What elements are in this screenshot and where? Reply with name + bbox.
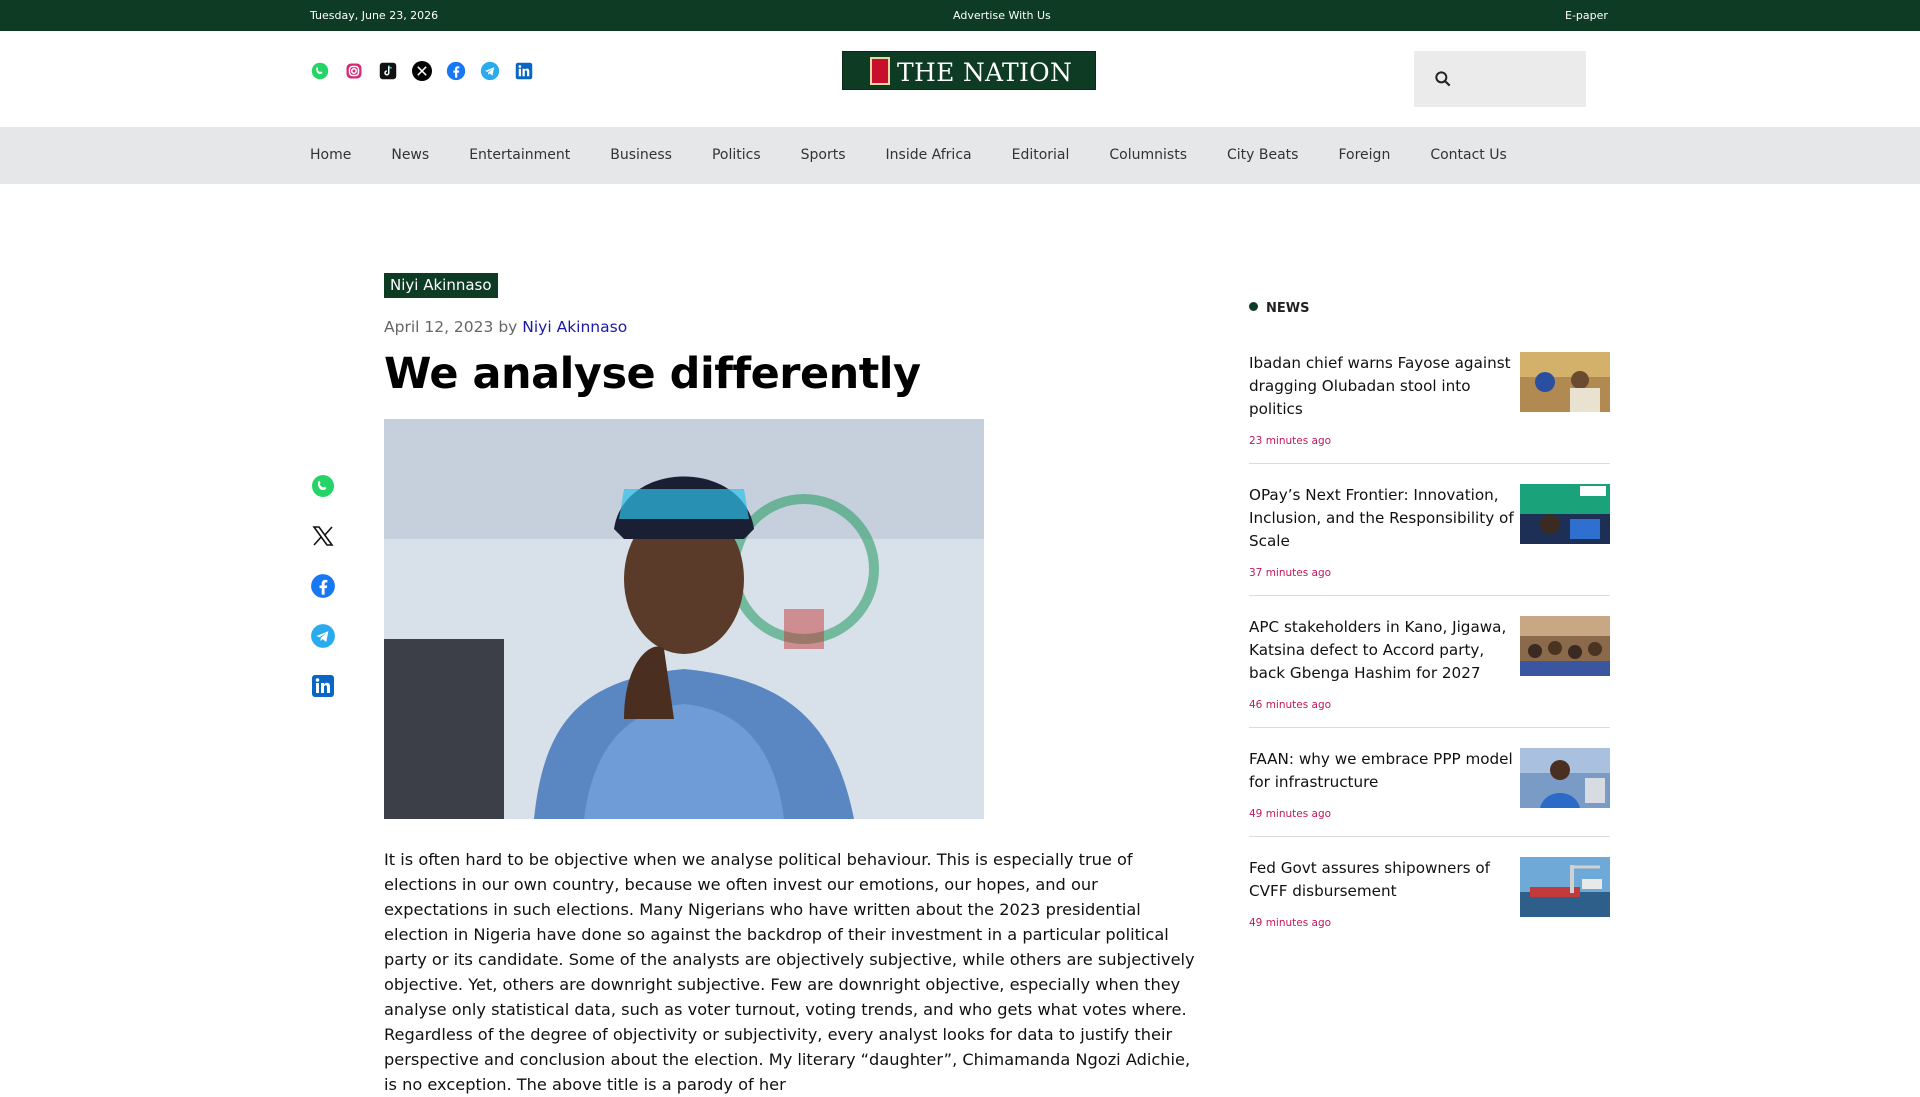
telegram-icon[interactable] bbox=[480, 61, 500, 81]
nav-foreign[interactable]: Foreign bbox=[1338, 147, 1390, 163]
nav-inside-africa[interactable]: Inside Africa bbox=[886, 147, 972, 163]
nav-editorial[interactable]: Editorial bbox=[1012, 147, 1070, 163]
divider bbox=[1249, 463, 1610, 464]
linkedin-icon[interactable] bbox=[514, 61, 534, 81]
search-icon[interactable] bbox=[1433, 69, 1453, 89]
facebook-icon[interactable] bbox=[310, 573, 336, 599]
news-time: 23 minutes ago bbox=[1249, 435, 1332, 447]
article-image bbox=[384, 419, 984, 819]
news-time: 49 minutes ago bbox=[1249, 808, 1332, 820]
article-title: We analyse differently bbox=[384, 349, 921, 399]
news-headline[interactable]: Fed Govt assures shipowners of CVFF disb… bbox=[1249, 857, 1519, 903]
epaper-link[interactable]: E-paper bbox=[1565, 9, 1608, 22]
telegram-icon[interactable] bbox=[310, 623, 336, 649]
nav-sports[interactable]: Sports bbox=[801, 147, 846, 163]
current-date: Tuesday, June 23, 2026 bbox=[310, 9, 439, 22]
news-thumbnail[interactable] bbox=[1520, 352, 1610, 412]
search-box[interactable] bbox=[1414, 51, 1586, 107]
nav-news[interactable]: News bbox=[391, 147, 429, 163]
news-time: 49 minutes ago bbox=[1249, 917, 1332, 929]
share-rail bbox=[310, 473, 336, 723]
news-thumbnail[interactable] bbox=[1520, 484, 1610, 544]
news-thumbnail[interactable] bbox=[1520, 748, 1610, 808]
nav-entertainment[interactable]: Entertainment bbox=[469, 147, 570, 163]
news-thumbnail[interactable] bbox=[1520, 857, 1610, 917]
site-header: THE NATION bbox=[0, 31, 1920, 127]
news-time: 46 minutes ago bbox=[1249, 699, 1332, 711]
advertise-link[interactable]: Advertise With Us bbox=[953, 9, 1051, 22]
divider bbox=[1249, 595, 1610, 596]
divider bbox=[1249, 727, 1610, 728]
sidebar-title-text: NEWS bbox=[1266, 301, 1310, 316]
byline-prefix: by bbox=[498, 318, 518, 336]
linkedin-icon[interactable] bbox=[310, 673, 336, 699]
social-links bbox=[310, 61, 534, 81]
tiktok-icon[interactable] bbox=[378, 61, 398, 81]
category-tag[interactable]: Niyi Akinnaso bbox=[384, 273, 498, 298]
search-input[interactable] bbox=[1462, 65, 1572, 93]
main-nav: Home News Entertainment Business Politic… bbox=[0, 127, 1920, 184]
author-link[interactable]: Niyi Akinnaso bbox=[522, 318, 627, 336]
news-headline[interactable]: APC stakeholders in Kano, Jigawa, Katsin… bbox=[1249, 616, 1519, 685]
site-logo[interactable]: THE NATION bbox=[842, 51, 1096, 90]
news-headline[interactable]: Ibadan chief warns Fayose against draggi… bbox=[1249, 352, 1519, 421]
whatsapp-icon[interactable] bbox=[310, 61, 330, 81]
news-headline[interactable]: FAAN: why we embrace PPP model for infra… bbox=[1249, 748, 1519, 794]
divider bbox=[1249, 836, 1610, 837]
logo-emblem bbox=[870, 57, 890, 85]
news-time: 37 minutes ago bbox=[1249, 567, 1332, 579]
nav-city-beats[interactable]: City Beats bbox=[1227, 147, 1298, 163]
nav-columnists[interactable]: Columnists bbox=[1109, 147, 1187, 163]
article-body: It is often hard to be objective when we… bbox=[384, 850, 1195, 1094]
top-bar: Tuesday, June 23, 2026 Advertise With Us… bbox=[0, 0, 1920, 31]
sidebar-title: NEWS bbox=[1249, 301, 1309, 316]
news-headline[interactable]: OPay’s Next Frontier: Innovation, Inclus… bbox=[1249, 484, 1519, 553]
article-meta: April 12, 2023 by Niyi Akinnaso bbox=[384, 318, 627, 336]
nav-business[interactable]: Business bbox=[610, 147, 672, 163]
x-icon[interactable] bbox=[412, 61, 432, 81]
nav-contact-us[interactable]: Contact Us bbox=[1430, 147, 1506, 163]
news-thumbnail[interactable] bbox=[1520, 616, 1610, 676]
facebook-icon[interactable] bbox=[446, 61, 466, 81]
nav-home[interactable]: Home bbox=[310, 147, 351, 163]
instagram-icon[interactable] bbox=[344, 61, 364, 81]
bullet-dot bbox=[1249, 302, 1258, 311]
article-date: April 12, 2023 bbox=[384, 318, 494, 336]
whatsapp-icon[interactable] bbox=[310, 473, 336, 499]
x-icon[interactable] bbox=[310, 523, 336, 549]
nav-politics[interactable]: Politics bbox=[712, 147, 761, 163]
logo-text: THE NATION bbox=[897, 58, 1073, 87]
